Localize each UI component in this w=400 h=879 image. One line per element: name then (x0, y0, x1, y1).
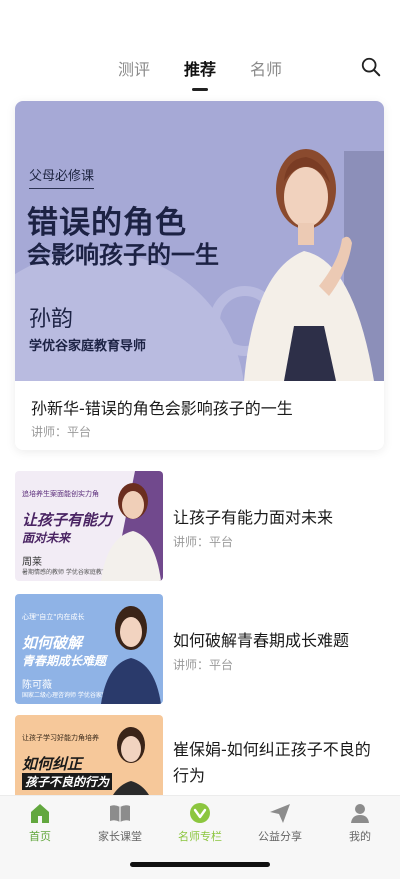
banner-teacher-role: 学优谷家庭教育导师 (29, 339, 147, 354)
featured-course-title: 孙新华-错误的角色会影响孩子的一生 (31, 399, 293, 418)
heart-badge-icon (190, 803, 210, 823)
thumb-caption: 让孩子学习好能力角培养 (22, 734, 99, 742)
search-icon[interactable] (360, 56, 382, 78)
nav-profile[interactable]: 我的 (320, 802, 400, 844)
thumb-line-1: 如何破解 (22, 634, 83, 652)
course-lecturer: 讲师：平台 (173, 658, 234, 672)
course-thumbnail: 追培养生案面能创实力角 让孩子有能力 面对未来 周莱 暑期情感的教师 学优谷家庭… (15, 471, 163, 581)
thumb-portrait (101, 606, 161, 704)
home-indicator[interactable] (130, 862, 270, 867)
top-tabs: 测评 推荐 名师 (0, 56, 400, 80)
course-title: 让孩子有能力面对未来 (173, 508, 334, 527)
nav-label: 首页 (29, 830, 51, 843)
tab-teachers[interactable]: 名师 (250, 56, 282, 80)
featured-banner: 父母必修课 错误的角色 会影响孩子的一生 孙韵 学优谷家庭教育导师 (15, 101, 384, 381)
nav-home[interactable]: 首页 (0, 802, 80, 844)
profile-icon (351, 804, 369, 823)
nav-label: 公益分享 (258, 830, 302, 843)
thumb-line-1: 如何纠正 (22, 755, 83, 773)
nav-label: 名师专栏 (178, 830, 222, 843)
thumb-name: 陈可薇 (22, 680, 52, 691)
send-icon (270, 804, 290, 823)
featured-course-lecturer: 讲师：平台 (31, 425, 92, 439)
nav-label: 家长课堂 (98, 830, 142, 843)
nav-charity-share[interactable]: 公益分享 (240, 802, 320, 844)
top-bar: 测评 推荐 名师 (0, 0, 400, 96)
tab-assessment[interactable]: 测评 (118, 56, 150, 80)
nav-teacher-column[interactable]: 名师专栏 (160, 802, 240, 844)
teacher-portrait (244, 149, 384, 381)
nav-parent-class[interactable]: 家长课堂 (80, 802, 160, 844)
nav-label: 我的 (349, 830, 371, 843)
banner-tag: 父母必修课 (29, 165, 95, 189)
thumb-line-2: 面对未来 (22, 531, 71, 545)
banner-teacher-name: 孙韵 (29, 307, 74, 332)
thumb-portrait (101, 471, 163, 581)
thumb-caption: 心理"自立"内在成长 (22, 613, 85, 621)
featured-course-card[interactable]: 父母必修课 错误的角色 会影响孩子的一生 孙韵 学优谷家庭教育导师 孙新华-错误… (15, 101, 384, 450)
course-thumbnail: 心理"自立"内在成长 如何破解 青春期成长难题 陈可薇 国家二级心理咨询师 学优… (15, 594, 163, 704)
list-item[interactable]: 心理"自立"内在成长 如何破解 青春期成长难题 陈可薇 国家二级心理咨询师 学优… (15, 594, 385, 704)
list-item[interactable]: 追培养生案面能创实力角 让孩子有能力 面对未来 周莱 暑期情感的教师 学优谷家庭… (15, 471, 385, 581)
thumb-name: 周莱 (22, 557, 42, 568)
course-title: 崔保娟-如何纠正孩子不良的行为 (173, 740, 371, 785)
tab-recommend[interactable]: 推荐 (184, 56, 216, 80)
home-icon (31, 804, 49, 823)
thumb-caption: 追培养生案面能创实力角 (22, 490, 99, 498)
banner-headline-2: 会影响孩子的一生 (27, 241, 219, 269)
course-title: 如何破解青春期成长难题 (173, 631, 350, 650)
book-icon (110, 805, 130, 822)
course-lecturer: 讲师：平台 (173, 535, 234, 549)
